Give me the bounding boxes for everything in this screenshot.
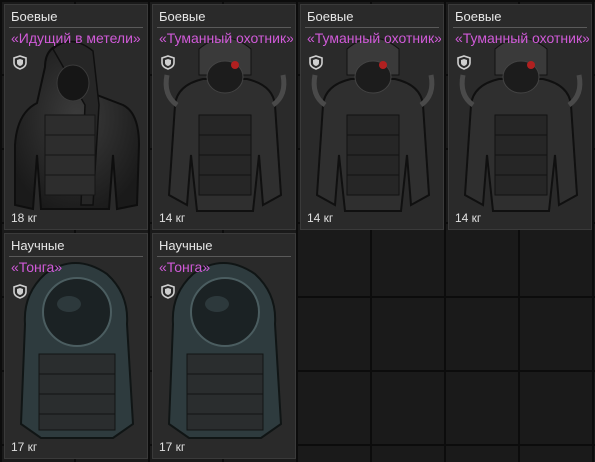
item-card-1[interactable]: Боевые «Идущий в метели» 18 кг (4, 4, 148, 230)
divider (453, 27, 587, 28)
item-category: Боевые (307, 9, 354, 24)
divider (9, 27, 143, 28)
item-name: «Тонга» (11, 259, 63, 275)
shield-icon (13, 55, 27, 70)
item-name: «Туманный охотник» (307, 30, 441, 46)
divider (157, 256, 291, 257)
item-name: «Туманный охотник» (455, 30, 589, 46)
item-card-4[interactable]: Боевые «Туманный охотник» 14 кг (448, 4, 592, 230)
item-card-6[interactable]: Научные «Тонга» 17 кг (152, 233, 296, 459)
item-card-5[interactable]: Научные «Тонга» 17 кг (4, 233, 148, 459)
shield-icon (457, 55, 471, 70)
shield-icon (13, 284, 27, 299)
shield-icon (309, 55, 323, 70)
item-card-3[interactable]: Боевые «Туманный охотник» 14 кг (300, 4, 444, 230)
item-name: «Тонга» (159, 259, 211, 275)
divider (9, 256, 143, 257)
item-weight: 14 кг (307, 211, 334, 225)
item-category: Боевые (455, 9, 502, 24)
item-weight: 17 кг (159, 440, 186, 454)
item-name: «Туманный охотник» (159, 30, 293, 46)
item-category: Научные (159, 238, 213, 253)
item-name: «Идущий в метели» (11, 30, 141, 46)
shield-icon (161, 55, 175, 70)
item-category: Научные (11, 238, 65, 253)
item-weight: 17 кг (11, 440, 38, 454)
item-weight: 18 кг (11, 211, 38, 225)
item-weight: 14 кг (455, 211, 482, 225)
item-card-2[interactable]: Боевые «Туманный охотник» 14 кг (152, 4, 296, 230)
item-weight: 14 кг (159, 211, 186, 225)
item-category: Боевые (11, 9, 58, 24)
shield-icon (161, 284, 175, 299)
item-category: Боевые (159, 9, 206, 24)
divider (157, 27, 291, 28)
divider (305, 27, 439, 28)
